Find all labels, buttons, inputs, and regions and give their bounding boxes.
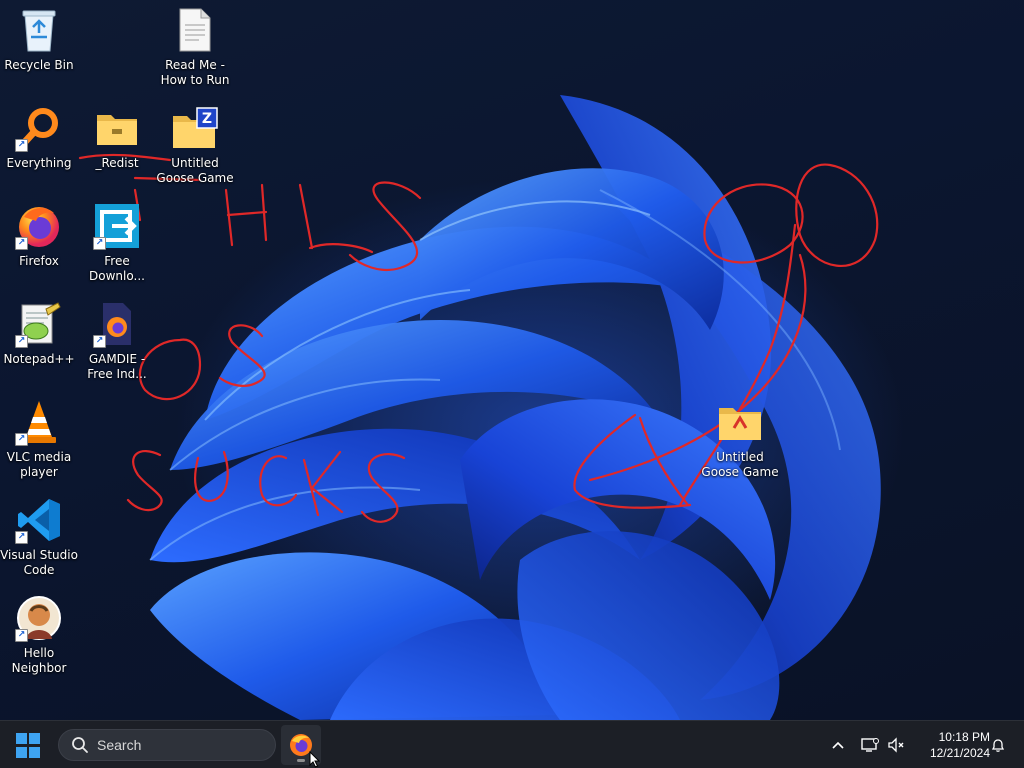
desktop-icon-everything[interactable]: ↗ Everything [0, 104, 78, 171]
mouse-cursor-icon [309, 751, 321, 768]
vlc-cone-icon: ↗ [15, 398, 63, 446]
desktop-icon-vscode[interactable]: ↗ Visual Studio Code [0, 496, 78, 578]
search-label: Search [97, 737, 142, 753]
text-file-icon [171, 6, 219, 54]
firefox-file-icon: ↗ [93, 300, 141, 348]
taskbar: Search 10:18 PM 12/21/2024 [0, 720, 1024, 768]
everything-search-icon: ↗ [15, 104, 63, 152]
windows-logo-icon [16, 733, 27, 744]
clock-time: 10:18 PM [938, 730, 990, 744]
chevron-up-icon [832, 741, 844, 749]
volume-icon [888, 737, 904, 753]
desktop-icon-untitled-goose-game-1[interactable]: Z Untitled Goose Game [156, 104, 234, 186]
desktop-icon-label: VLC media player [6, 450, 72, 479]
notification-bell-icon [991, 739, 1005, 752]
notification-button[interactable] [986, 721, 1010, 768]
desktop-icon-vlc[interactable]: ↗ VLC media player [0, 398, 78, 480]
folder-icon [93, 104, 141, 152]
notepad-plus-plus-icon: ↗ [15, 300, 63, 348]
desktop-icon-label: _Redist [95, 156, 139, 170]
search-icon [72, 737, 88, 753]
desktop-icon-free-download-manager[interactable]: ↗ Free Downlo... [78, 202, 156, 284]
hello-neighbor-icon: ↗ [15, 594, 63, 642]
folder-icon [716, 398, 764, 446]
vscode-icon: ↗ [15, 496, 63, 544]
taskbar-search-box[interactable]: Search [58, 729, 276, 761]
recycle-bin-icon [15, 6, 63, 54]
volume-button[interactable] [884, 721, 908, 768]
svg-text:Z: Z [202, 111, 212, 127]
desktop-icon-label: Hello Neighbor [11, 646, 67, 675]
start-button[interactable] [16, 733, 42, 759]
network-button[interactable] [858, 721, 882, 768]
desktop-icon-label: GAMDIE - Free Ind... [87, 352, 147, 381]
shortcut-arrow-icon: ↗ [15, 237, 28, 250]
tray-overflow-button[interactable] [826, 721, 850, 768]
desktop-icon-label: Recycle Bin [4, 58, 74, 72]
shortcut-arrow-icon: ↗ [93, 237, 106, 250]
desktop-icon-label: Untitled Goose Game [701, 450, 779, 479]
shortcut-arrow-icon: ↗ [93, 335, 106, 348]
zip-folder-icon: Z [171, 104, 219, 152]
firefox-icon: ↗ [15, 202, 63, 250]
desktop-icon-recycle-bin[interactable]: Recycle Bin [0, 6, 78, 73]
desktop-icon-untitled-goose-game-2[interactable]: Untitled Goose Game [701, 398, 779, 480]
download-manager-icon: ↗ [93, 202, 141, 250]
desktop-icon-notepad-plus-plus[interactable]: ↗ Notepad++ [0, 300, 78, 367]
desktop-icon-gamdie[interactable]: ↗ GAMDIE - Free Ind... [78, 300, 156, 382]
shortcut-arrow-icon: ↗ [15, 433, 28, 446]
desktop-icon-label: Free Downlo... [89, 254, 145, 283]
desktop-icon-label: Firefox [19, 254, 59, 268]
shortcut-arrow-icon: ↗ [15, 629, 28, 642]
desktop-icon-label: Untitled Goose Game [156, 156, 234, 185]
shortcut-arrow-icon: ↗ [15, 531, 28, 544]
desktop-icon-label: Everything [6, 156, 72, 170]
shortcut-arrow-icon: ↗ [15, 335, 28, 348]
desktop-icon-redist[interactable]: _Redist [78, 104, 156, 171]
system-clock[interactable]: 10:18 PM 12/21/2024 [912, 729, 990, 761]
desktop-icon-label: Notepad++ [3, 352, 75, 366]
clock-date: 12/21/2024 [929, 746, 990, 760]
desktop-icon-label: Visual Studio Code [0, 548, 78, 577]
network-icon [861, 738, 879, 752]
desktop-icon-read-me[interactable]: Read Me - How to Run [156, 6, 234, 88]
desktop-icon-hello-neighbor[interactable]: ↗ Hello Neighbor [0, 594, 78, 676]
shortcut-arrow-icon: ↗ [15, 139, 28, 152]
running-indicator [297, 759, 305, 762]
desktop-icon-label: Read Me - How to Run [160, 58, 230, 87]
desktop-icon-firefox[interactable]: ↗ Firefox [0, 202, 78, 269]
